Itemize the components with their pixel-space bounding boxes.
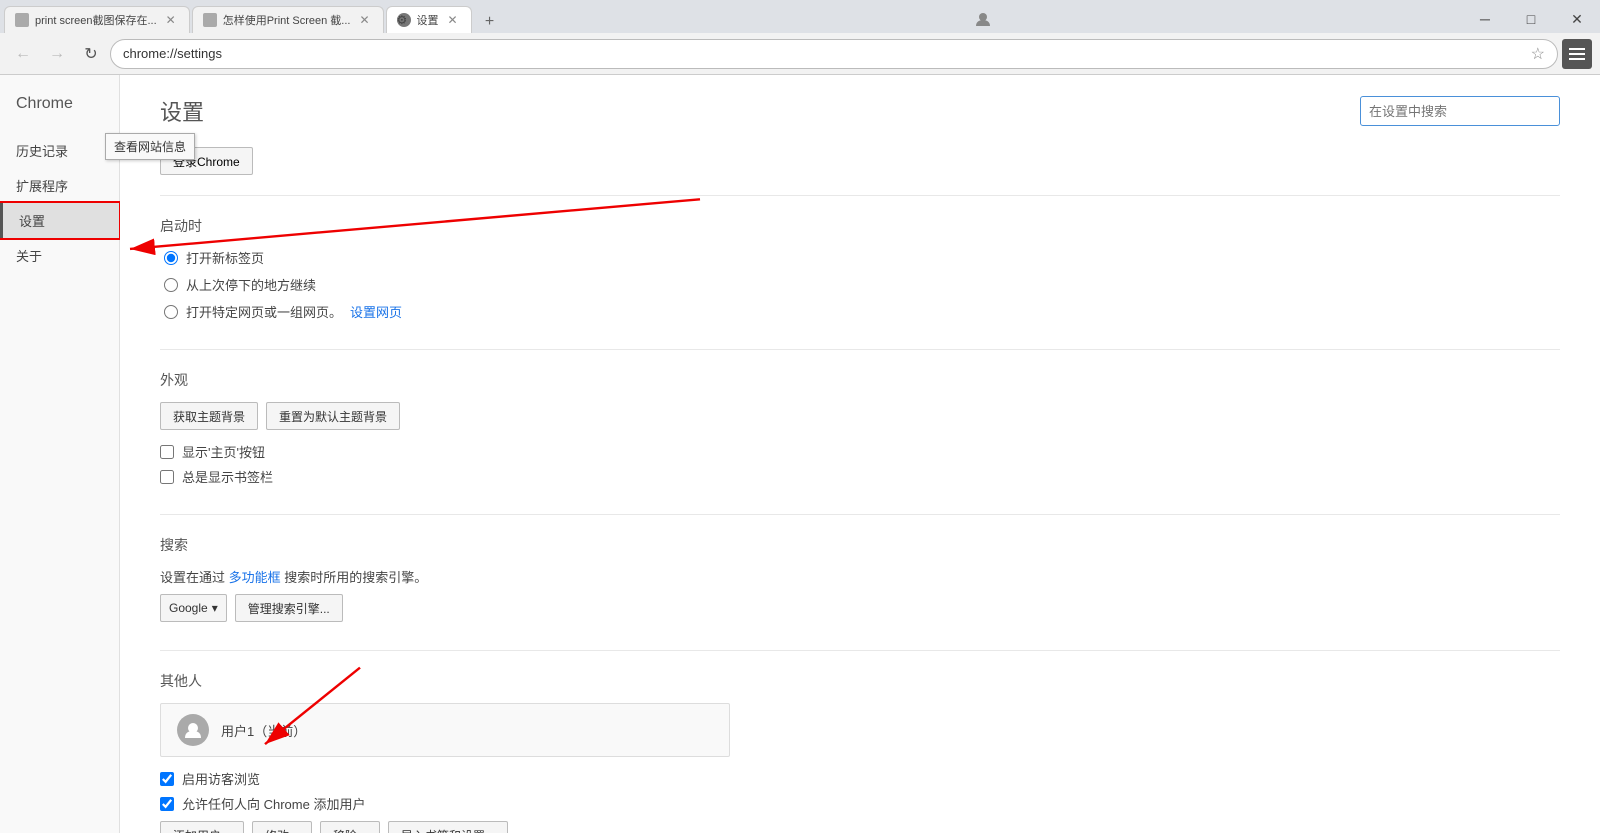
user-avatar — [177, 714, 209, 746]
allow-add-user-checkbox-item[interactable]: 允许任何人向 Chrome 添加用户 — [160, 794, 1560, 813]
forward-button[interactable]: → — [42, 39, 72, 69]
startup-radio-specific[interactable] — [164, 305, 178, 319]
others-title: 其他人 — [160, 671, 1560, 691]
site-info-tooltip: 查看网站信息 — [105, 133, 195, 160]
reload-button[interactable]: ↻ — [76, 39, 106, 69]
show-home-checkbox[interactable] — [160, 445, 174, 459]
show-bookmarks-label: 总是显示书签栏 — [182, 467, 273, 486]
tab1-label: print screen截图保存在... — [35, 12, 157, 28]
title-bar: print screen截图保存在... ✕ 怎样使用Print Screen … — [0, 0, 1600, 33]
search-desc-suffix: 搜索时所用的搜索引擎。 — [284, 570, 427, 585]
tab1-favicon — [15, 13, 29, 27]
tab2-favicon — [203, 13, 217, 27]
page-title: 设置 — [160, 95, 204, 127]
divider-3 — [160, 514, 1560, 515]
user-name-label: 用户1（当前） — [221, 721, 306, 740]
import-bookmarks-button[interactable]: 导入书签和设置... — [388, 821, 508, 833]
reset-theme-button[interactable]: 重置为默认主题背景 — [266, 402, 400, 430]
guest-browse-checkbox-item[interactable]: 启用访客浏览 — [160, 769, 1560, 788]
tab-2[interactable]: 怎样使用Print Screen 截... ✕ — [192, 6, 384, 33]
startup-label-new-tab: 打开新标签页 — [186, 248, 264, 267]
startup-radio-group: 打开新标签页 从上次停下的地方继续 打开特定网页或一组网页。 设置网页 — [164, 248, 1560, 321]
show-home-checkbox-item[interactable]: 显示'主页'按钮 — [160, 442, 1560, 461]
show-bookmarks-checkbox[interactable] — [160, 470, 174, 484]
user-profile-button[interactable] — [968, 6, 998, 32]
sidebar-item-history[interactable]: 历史记录 — [0, 133, 119, 168]
edit-user-button[interactable]: 修改... — [252, 821, 312, 833]
allow-add-user-checkbox[interactable] — [160, 797, 174, 811]
tab2-label: 怎样使用Print Screen 截... — [223, 12, 351, 28]
maximize-button[interactable]: □ — [1508, 6, 1554, 32]
startup-radio-continue[interactable] — [164, 278, 178, 292]
sidebar: Chrome 历史记录 扩展程序 设置 关于 — [0, 75, 120, 833]
show-bookmarks-checkbox-item[interactable]: 总是显示书签栏 — [160, 467, 1560, 486]
tab3-label: 设置 — [417, 12, 439, 28]
tab-1[interactable]: print screen截图保存在... ✕ — [4, 6, 190, 33]
settings-header: 设置 — [160, 95, 1560, 127]
new-tab-button[interactable]: + — [476, 11, 504, 33]
search-engine-row: Google ▾ 管理搜索引擎... — [160, 594, 1560, 622]
show-home-label: 显示'主页'按钮 — [182, 442, 265, 461]
manage-search-engines-button[interactable]: 管理搜索引擎... — [235, 594, 343, 622]
sidebar-item-about[interactable]: 关于 — [0, 238, 119, 273]
get-theme-button[interactable]: 获取主题背景 — [160, 402, 258, 430]
startup-set-pages-link[interactable]: 设置网页 — [350, 302, 402, 321]
omnibox-link[interactable]: 多功能框 — [229, 570, 281, 585]
startup-label-continue: 从上次停下的地方继续 — [186, 275, 316, 294]
chrome-menu-button[interactable] — [1562, 39, 1592, 69]
guest-browse-checkbox[interactable] — [160, 772, 174, 786]
startup-option-continue[interactable]: 从上次停下的地方继续 — [164, 275, 1560, 294]
bookmark-star-icon[interactable]: ☆ — [1531, 44, 1545, 64]
startup-section: 启动时 打开新标签页 从上次停下的地方继续 打开特定网页或一组网页。 设置网页 — [160, 216, 1560, 321]
startup-label-specific: 打开特定网页或一组网页。 — [186, 302, 342, 321]
signin-section: 登录Chrome — [160, 147, 1560, 175]
search-input[interactable] — [1360, 96, 1560, 126]
theme-buttons: 获取主题背景 重置为默认主题背景 — [160, 402, 1560, 430]
search-section-title: 搜索 — [160, 535, 1560, 555]
appearance-title: 外观 — [160, 370, 1560, 390]
others-section: 其他人 用户1（当前） 启用访客浏览 允许任何人向 Chrome 添加用户 添加 — [160, 671, 1560, 833]
sidebar-item-extensions[interactable]: 扩展程序 — [0, 168, 119, 203]
search-engine-select[interactable]: Google ▾ — [160, 594, 227, 622]
minimize-button[interactable]: ─ — [1462, 6, 1508, 32]
tab3-close[interactable]: ✕ — [445, 12, 461, 28]
startup-option-new-tab[interactable]: 打开新标签页 — [164, 248, 1560, 267]
divider-2 — [160, 349, 1560, 350]
user-action-buttons: 添加用户... 修改... 移除... 导入书签和设置... — [160, 821, 1560, 833]
guest-browse-label: 启用访客浏览 — [182, 769, 260, 788]
startup-title: 启动时 — [160, 216, 1560, 236]
address-text: chrome://settings — [123, 46, 1525, 61]
appearance-section: 外观 获取主题背景 重置为默认主题背景 显示'主页'按钮 总是显示书签栏 — [160, 370, 1560, 486]
close-button[interactable]: ✕ — [1554, 6, 1600, 32]
address-bar[interactable]: chrome://settings ☆ — [110, 39, 1558, 69]
back-button[interactable]: ← — [8, 39, 38, 69]
delete-user-button[interactable]: 移除... — [320, 821, 380, 833]
search-section: 搜索 设置在通过 多功能框 搜索时所用的搜索引擎。 Google ▾ 管理搜索引… — [160, 535, 1560, 622]
tab1-close[interactable]: ✕ — [163, 12, 179, 28]
search-desc-prefix: 设置在通过 — [160, 570, 225, 585]
startup-option-specific[interactable]: 打开特定网页或一组网页。 设置网页 — [164, 302, 1560, 321]
page-content: 查看网站信息 Chrome 历史记录 扩展程序 设置 关于 设置 — [0, 75, 1600, 833]
settings-main: 设置 登录Chrome 启动时 打开新标签页 从上次停下的地方 — [120, 75, 1600, 833]
tab-3[interactable]: ⚙ 设置 ✕ — [386, 6, 472, 33]
tab3-favicon: ⚙ — [397, 13, 411, 27]
add-user-button[interactable]: 添加用户... — [160, 821, 244, 833]
tab2-close[interactable]: ✕ — [356, 12, 372, 28]
startup-radio-new-tab[interactable] — [164, 251, 178, 265]
sidebar-item-settings[interactable]: 设置 — [0, 203, 119, 238]
allow-add-user-label: 允许任何人向 Chrome 添加用户 — [182, 794, 365, 813]
browser-window: print screen截图保存在... ✕ 怎样使用Print Screen … — [0, 0, 1600, 833]
nav-bar: ← → ↻ chrome://settings ☆ — [0, 33, 1600, 75]
divider-4 — [160, 650, 1560, 651]
divider-1 — [160, 195, 1560, 196]
search-engine-dropdown-icon: ▾ — [212, 601, 218, 615]
search-engine-label: Google — [169, 601, 208, 615]
search-description: 设置在通过 多功能框 搜索时所用的搜索引擎。 — [160, 567, 1560, 586]
sidebar-brand: Chrome — [0, 85, 119, 133]
window-controls: ─ □ ✕ — [1462, 6, 1600, 32]
user-card: 用户1（当前） — [160, 703, 730, 757]
